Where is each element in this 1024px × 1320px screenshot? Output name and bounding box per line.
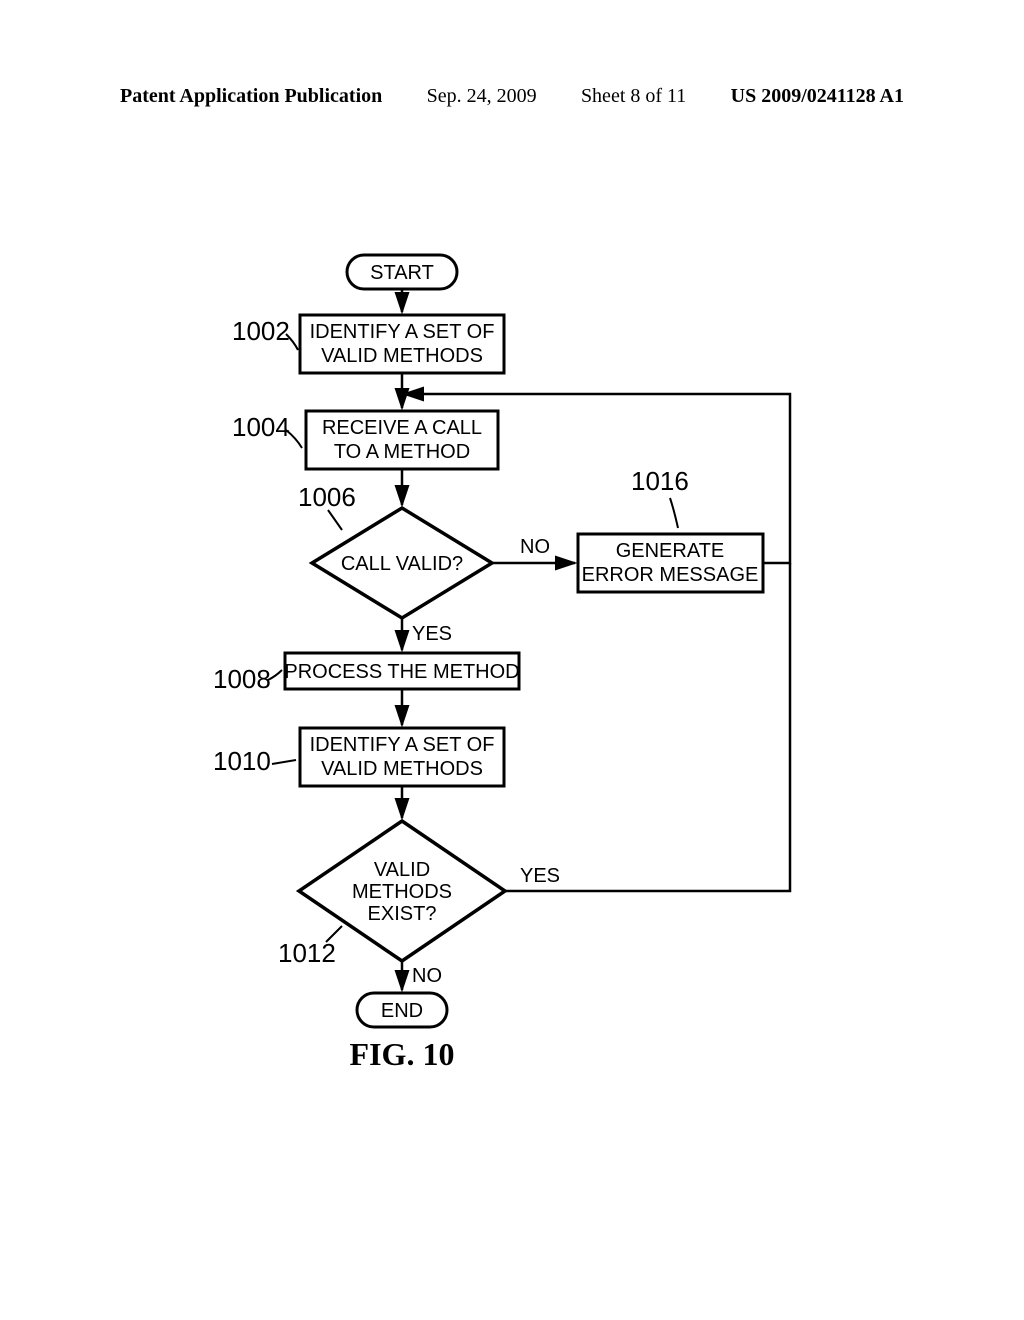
node-1010: IDENTIFY A SET OF VALID METHODS [300, 728, 504, 786]
node-1010-line2: VALID METHODS [321, 758, 483, 780]
edge-1006-yes-label: YES [412, 623, 452, 645]
start-text: START [370, 262, 434, 284]
node-1016: GENERATE ERROR MESSAGE [578, 534, 763, 592]
node-1008-text: PROCESS THE METHOD [284, 661, 519, 683]
ref-1016: 1016 [631, 466, 689, 496]
ref-1006: 1006 [298, 482, 356, 512]
edge-1012-feedback-part1 [505, 563, 790, 891]
node-1010-line1: IDENTIFY A SET OF [310, 734, 495, 756]
node-1012-line3: EXIST? [368, 903, 437, 925]
node-1004-line1: RECEIVE A CALL [322, 417, 482, 439]
end-node: END [357, 993, 447, 1027]
node-1008: PROCESS THE METHOD [284, 653, 519, 689]
edge-1006-no-label: NO [520, 536, 550, 558]
node-1002: IDENTIFY A SET OF VALID METHODS [300, 315, 504, 373]
node-1002-line1: IDENTIFY A SET OF [310, 321, 495, 343]
edge-1012-yes-label: YES [520, 865, 560, 887]
node-1012-line1: VALID [374, 859, 430, 881]
node-1016-line1: GENERATE [616, 540, 725, 562]
node-1012-line2: METHODS [352, 881, 452, 903]
node-1002-line2: VALID METHODS [321, 345, 483, 367]
ref-1008: 1008 [213, 664, 271, 694]
start-node: START [347, 255, 457, 289]
ref-1006-leader [328, 510, 342, 530]
node-1016-line2: ERROR MESSAGE [582, 564, 759, 586]
ref-1002: 1002 [232, 316, 290, 346]
ref-1004: 1004 [232, 412, 290, 442]
node-1006-text: CALL VALID? [341, 553, 463, 575]
ref-1010-leader [272, 760, 296, 764]
edge-1012-no-label: NO [412, 965, 442, 987]
flowchart-figure: START IDENTIFY A SET OF VALID METHODS 10… [0, 0, 1024, 1320]
ref-1016-leader [670, 498, 678, 528]
end-text: END [381, 1000, 423, 1022]
node-1004-line2: TO A METHOD [334, 441, 470, 463]
ref-1012: 1012 [278, 938, 336, 968]
node-1004: RECEIVE A CALL TO A METHOD [306, 411, 498, 469]
ref-1010: 1010 [213, 746, 271, 776]
figure-label: FIG. 10 [350, 1036, 455, 1072]
